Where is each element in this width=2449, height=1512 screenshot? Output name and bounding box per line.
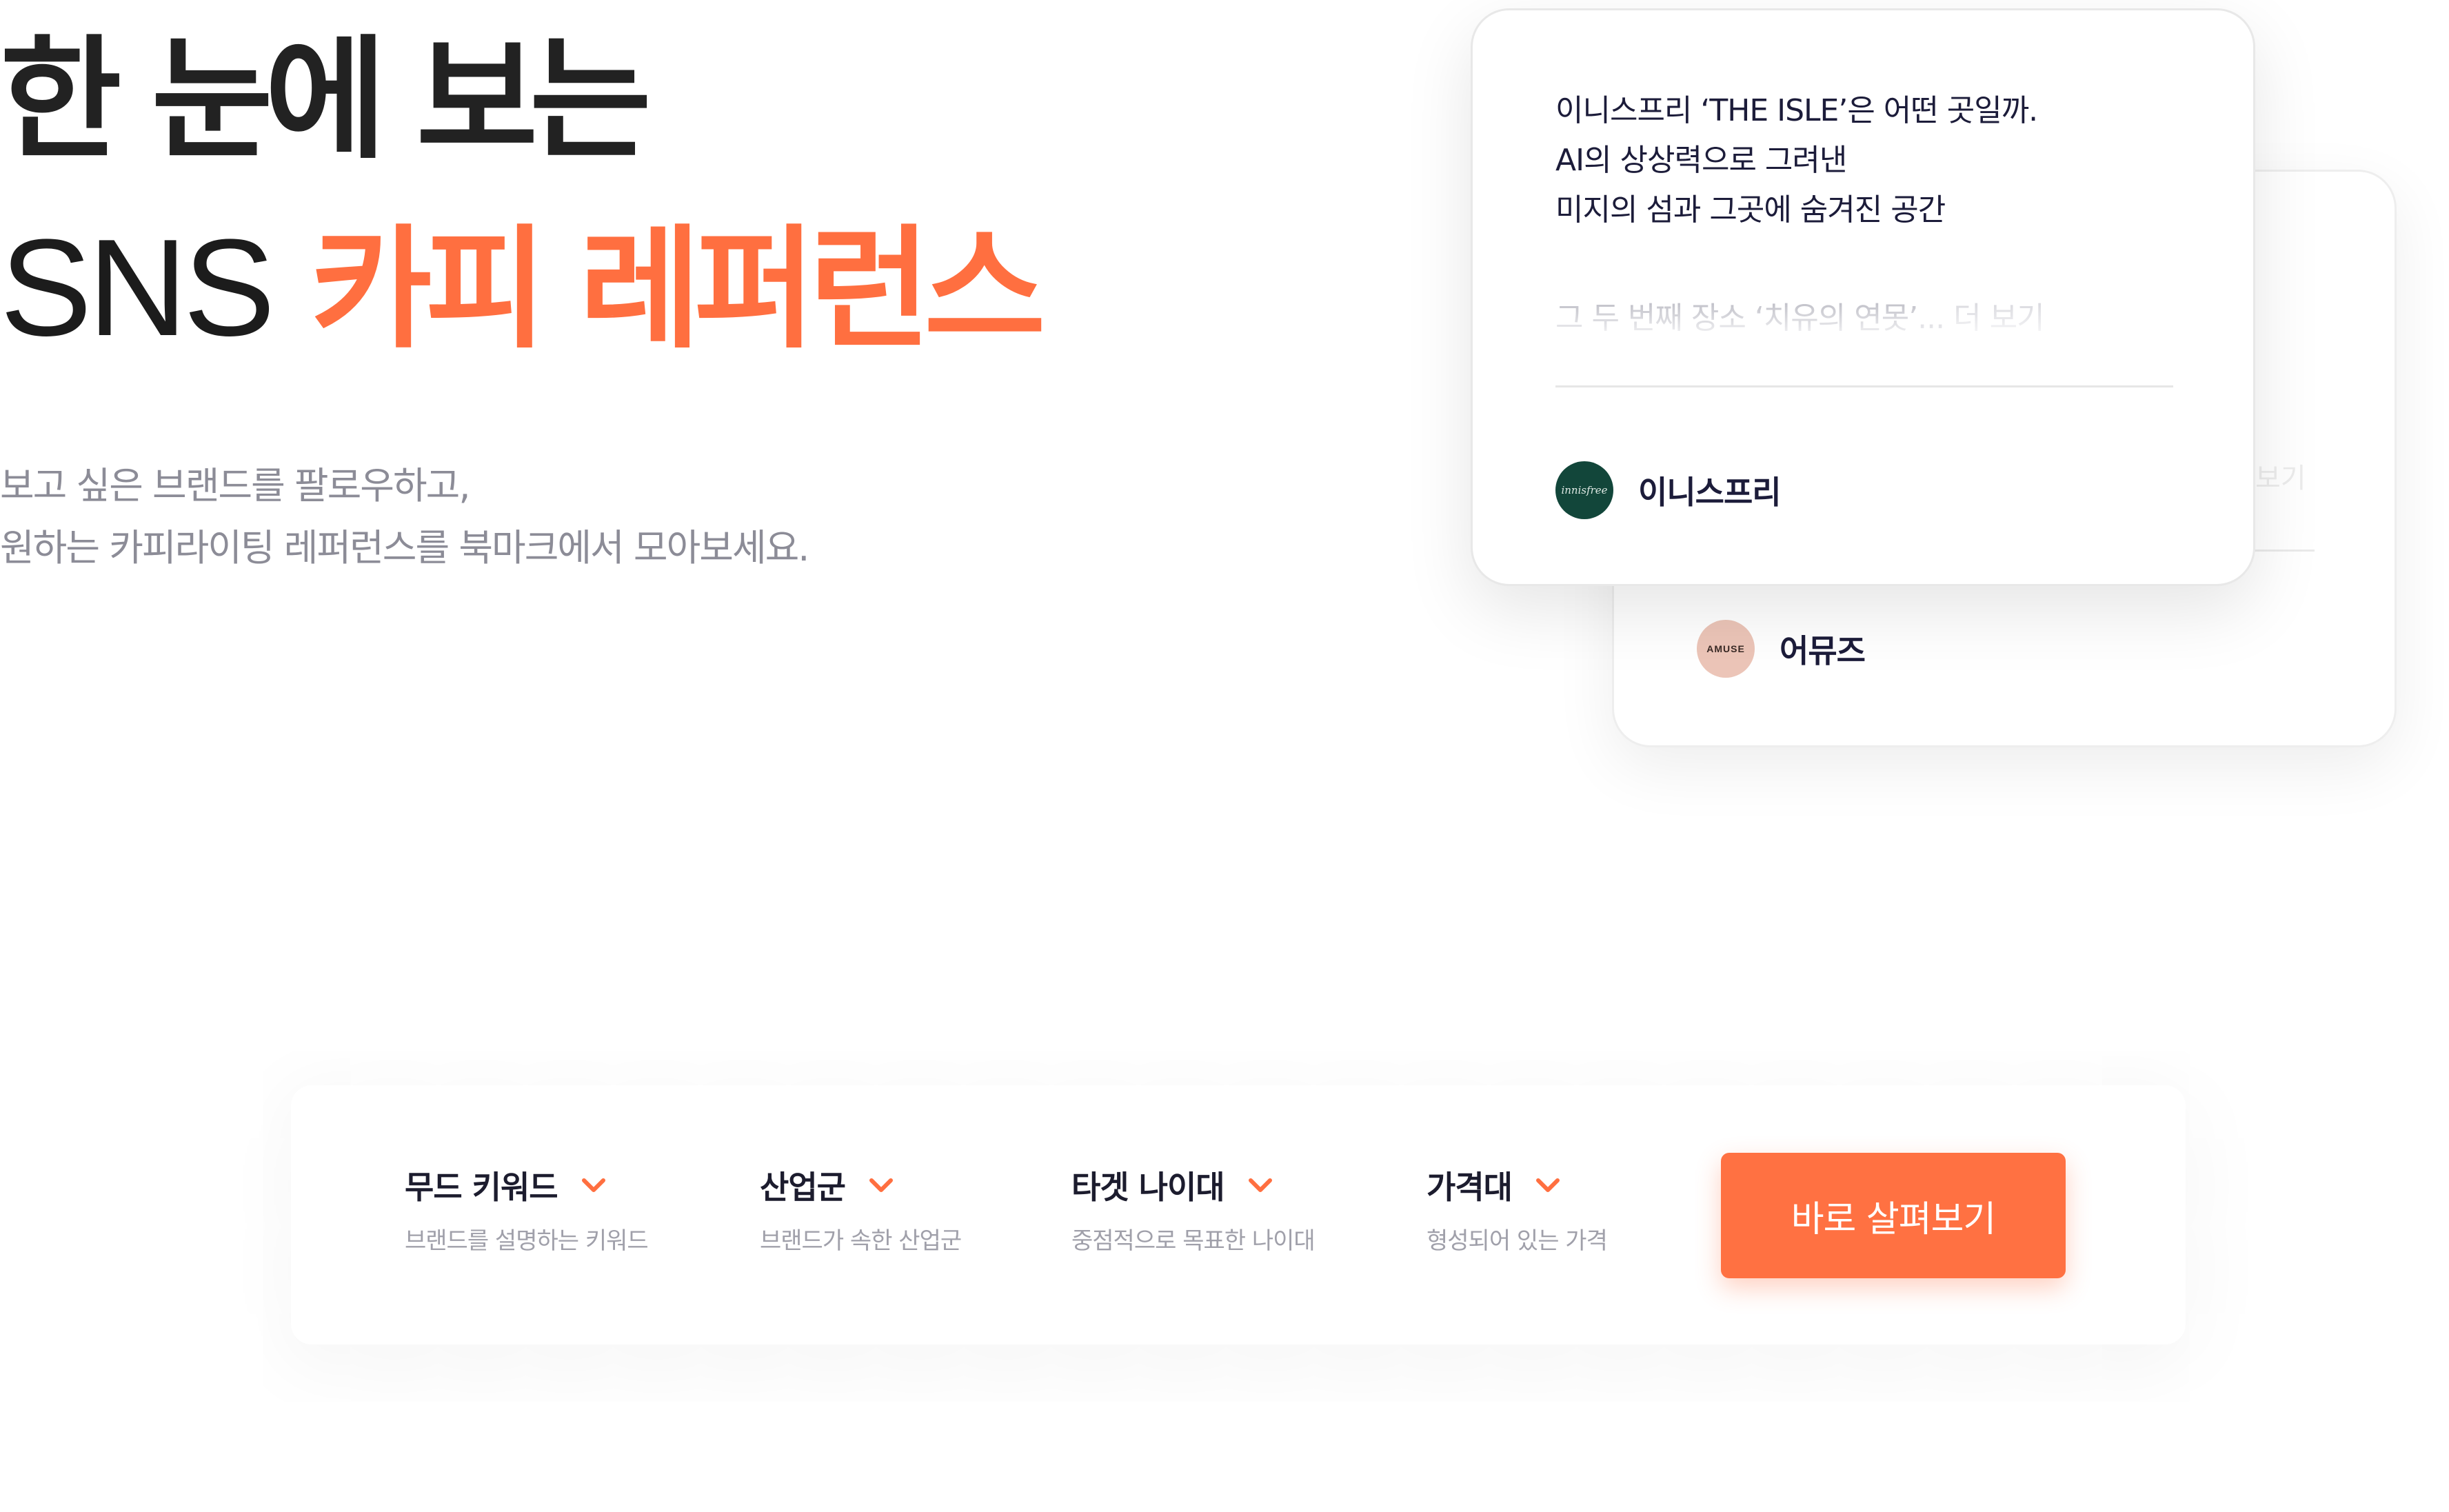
chevron-down-icon[interactable] [1247, 1171, 1274, 1199]
filter-target-age[interactable]: 타겟 나이대 중점적으로 목표한 나이대 [1071, 1161, 1316, 1256]
filter-head[interactable]: 산업군 [760, 1161, 961, 1209]
card-copy-text: 이니스프리 ‘THE ISLE’은 어떤 곳일까. AI의 상상력으로 그려낸 … [1555, 86, 2038, 235]
more-link[interactable]: 더 보기 [1953, 301, 2044, 336]
chevron-down-icon[interactable] [867, 1171, 895, 1199]
card-brand[interactable]: innisfree 이니스프리 [1555, 461, 1782, 519]
innisfree-avatar: innisfree [1555, 461, 1613, 519]
filter-price-range[interactable]: 가격대 형성되어 있는 가격 [1427, 1161, 1608, 1256]
filter-label: 산업군 [760, 1169, 846, 1206]
hero-title: 한 눈에 보는 SNS 카피 레퍼런스 [0, 7, 1046, 384]
card-copy-line1: 이니스프리 ‘THE ISLE’은 어떤 곳일까. [1555, 93, 2038, 128]
filter-label: 타겟 나이대 [1071, 1169, 1225, 1206]
hero-title-line2: SNS 카피 레퍼런스 [0, 194, 1046, 384]
hero-subtitle-line1: 보고 싶은 브랜드를 팔로우하고, [0, 464, 471, 507]
brand-name: 이니스프리 [1638, 474, 1782, 511]
chevron-down-icon[interactable] [1534, 1171, 1562, 1199]
hero-title-line1: 한 눈에 보는 [0, 23, 652, 177]
filter-desc: 중점적으로 목표한 나이대 [1071, 1227, 1316, 1255]
hero-title-accent: 카피 레퍼런스 [310, 213, 1046, 367]
filter-desc: 브랜드를 설명하는 키워드 [405, 1227, 649, 1255]
card-copy-line3: 미지의 섬과 그곳에 숨겨진 공간 [1555, 192, 1946, 228]
hero-subtitle-line2: 원하는 카피라이팅 레퍼런스를 북마크에서 모아보세요. [0, 526, 809, 569]
more-link[interactable]: 보기 [2255, 456, 2306, 496]
card-divider [1555, 385, 2173, 387]
card-teaser-text: 그 두 번째 장소 ‘치유의 연못’... [1555, 301, 1945, 336]
filter-desc: 브랜드가 속한 산업군 [760, 1227, 962, 1255]
filter-label: 가격대 [1427, 1169, 1513, 1206]
hero-title-sns: SNS [0, 211, 275, 365]
filter-head[interactable]: 타겟 나이대 [1071, 1161, 1315, 1209]
filter-head[interactable]: 무드 키워드 [405, 1161, 648, 1209]
filter-label: 무드 키워드 [405, 1169, 558, 1206]
filter-mood-keyword[interactable]: 무드 키워드 브랜드를 설명하는 키워드 [405, 1161, 649, 1256]
landing-page: 한 눈에 보는 SNS 카피 레퍼런스 보고 싶은 브랜드를 팔로우하고, 원하… [0, 0, 2449, 1512]
browse-now-button[interactable]: 바로 살펴보기 [1721, 1153, 2066, 1278]
amuse-avatar: AMUSE [1697, 620, 1755, 678]
filter-industry[interactable]: 산업군 브랜드가 속한 산업군 [760, 1161, 962, 1256]
filter-head[interactable]: 가격대 [1427, 1161, 1607, 1209]
card-teaser: 그 두 번째 장소 ‘치유의 연못’... 더 보기 [1555, 293, 2045, 337]
filter-desc: 형성되어 있는 가격 [1427, 1227, 1608, 1255]
copy-card-innisfree[interactable]: 이니스프리 ‘THE ISLE’은 어떤 곳일까. AI의 상상력으로 그려낸 … [1471, 8, 2255, 586]
brand-name: 어뮤즈 [1780, 632, 1866, 669]
chevron-down-icon[interactable] [580, 1171, 607, 1199]
filter-bar: 무드 키워드 브랜드를 설명하는 키워드 산업군 브랜드가 속한 산업군 타겟 … [291, 1085, 2186, 1344]
card-copy-line2: AI의 상상력으로 그려낸 [1555, 143, 1847, 178]
card-brand[interactable]: AMUSE 어뮤즈 [1697, 620, 1866, 678]
hero-subtitle: 보고 싶은 브랜드를 팔로우하고, 원하는 카피라이팅 레퍼런스를 북마크에서 … [0, 455, 809, 579]
